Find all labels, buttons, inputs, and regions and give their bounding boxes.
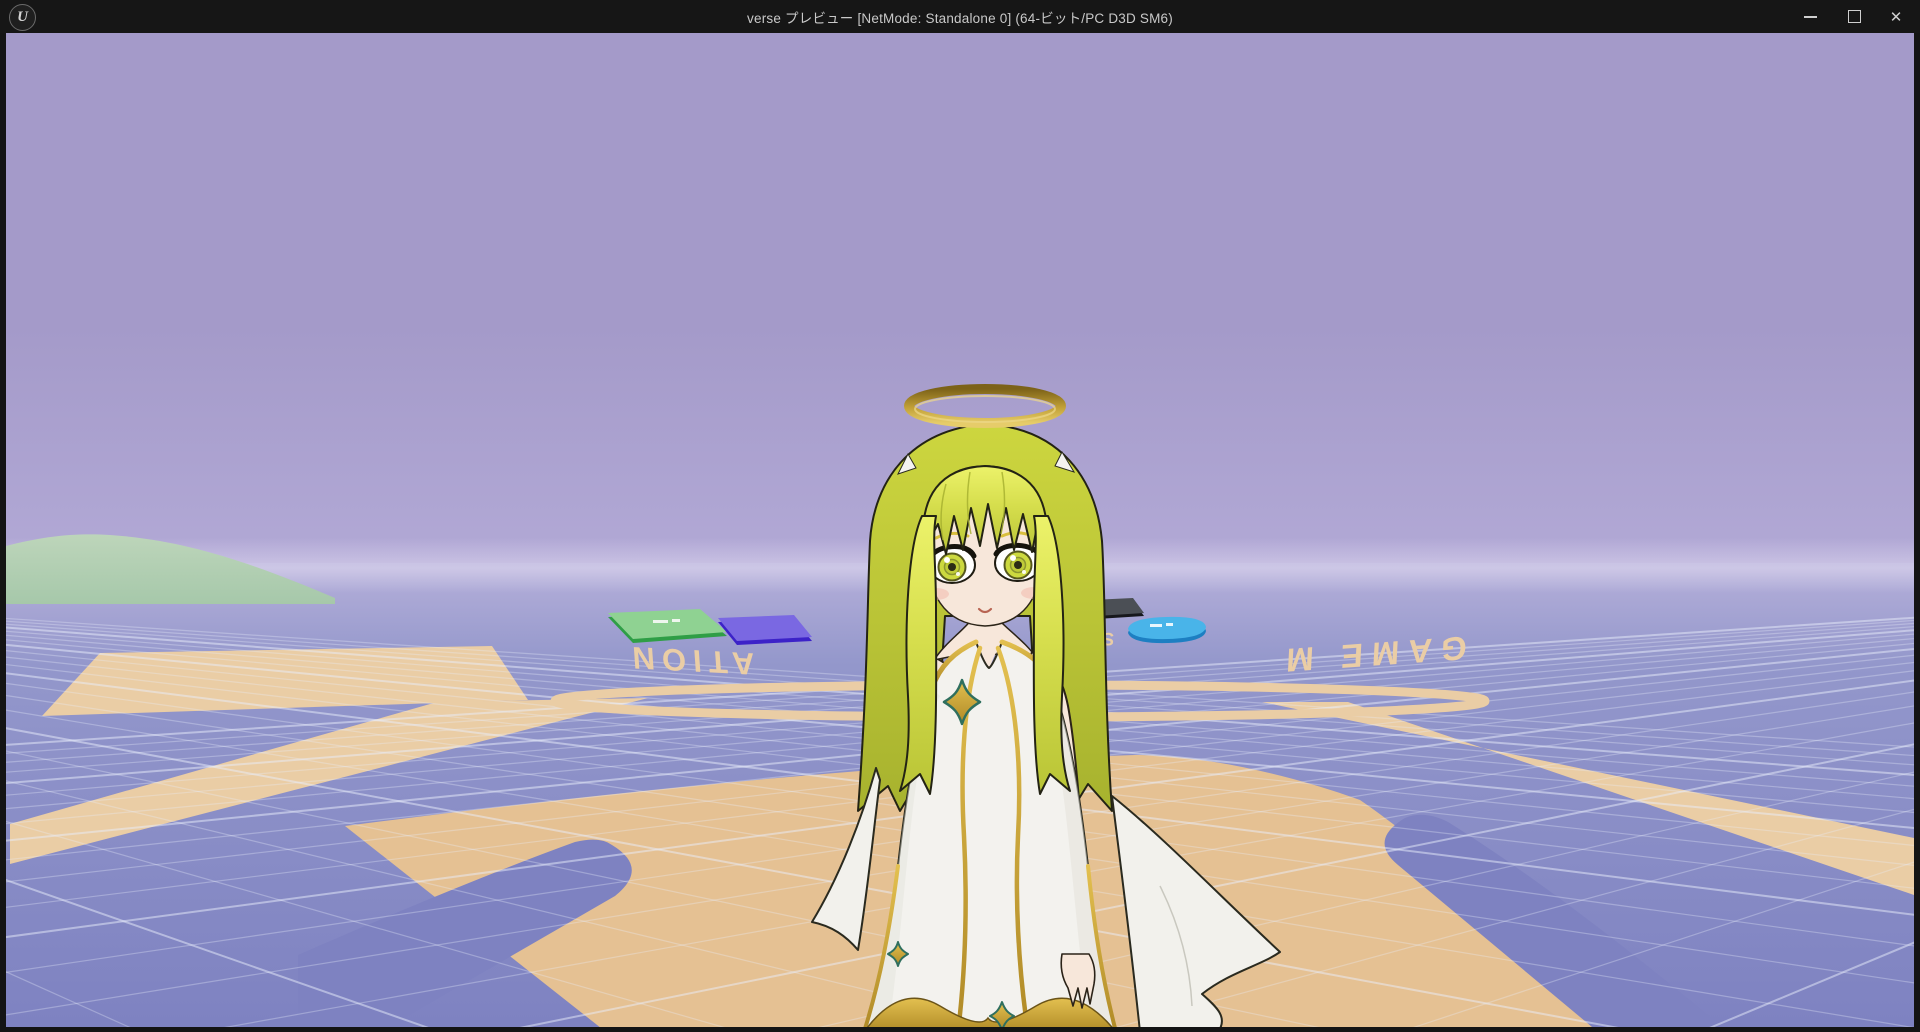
maximize-button[interactable] — [1832, 0, 1876, 33]
maximize-icon — [1848, 10, 1861, 23]
horizon-haze — [6, 538, 1914, 593]
window-border-right — [1914, 33, 1920, 1032]
unreal-engine-logo-icon[interactable]: U — [9, 4, 36, 31]
sky — [6, 33, 1914, 565]
close-icon: ✕ — [1890, 8, 1903, 26]
window-title: verse プレビュー [NetMode: Standalone 0] (64-… — [0, 7, 1920, 27]
window-titlebar[interactable]: U verse プレビュー [NetMode: Standalone 0] (6… — [0, 0, 1920, 33]
window-border-bottom — [0, 1027, 1920, 1032]
window-border-left — [0, 33, 6, 1032]
minimize-button[interactable] — [1788, 0, 1832, 33]
close-button[interactable]: ✕ — [1874, 0, 1918, 33]
minimize-icon — [1804, 16, 1817, 18]
game-viewport[interactable]: ATION GAME M S S — [6, 33, 1914, 1027]
floor — [6, 563, 1914, 1027]
